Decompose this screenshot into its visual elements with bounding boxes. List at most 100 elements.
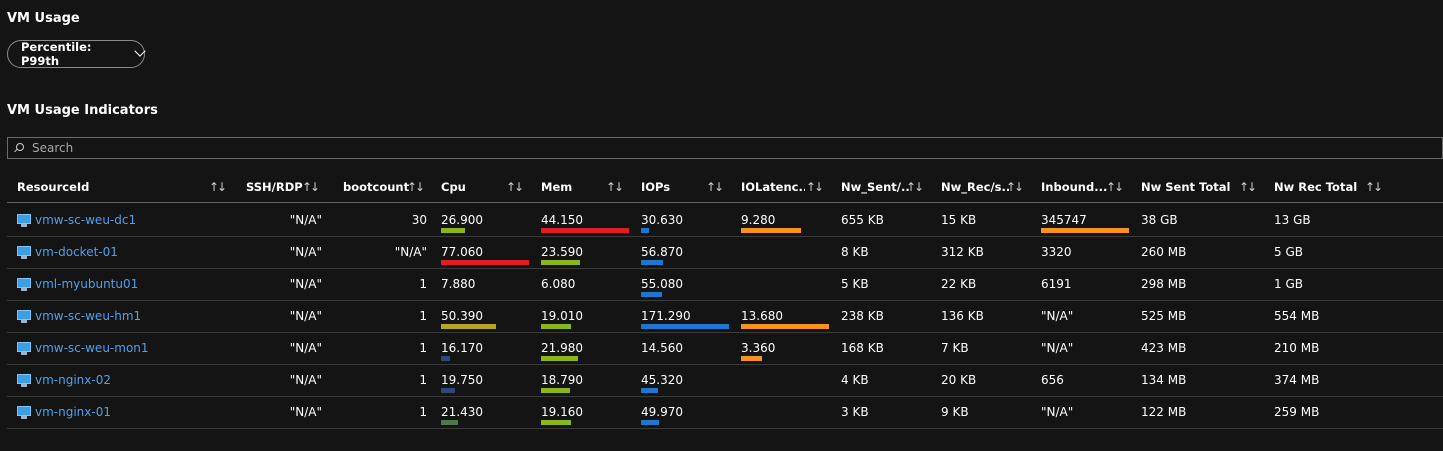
cell-nwsenttotal: 298 MB (1141, 277, 1187, 291)
table-row: vmw-sc-weu-dc1 "N/A" 30 26.900 44.150 30.630 9… (0, 205, 1443, 237)
bar-iolat (741, 324, 829, 329)
cell-cpu: 7.880 (441, 277, 476, 291)
resource-link[interactable]: vml-myubuntu01 (17, 269, 138, 300)
cell-nwsent: 5 KB (841, 277, 869, 291)
cell-nwrec: 22 KB (941, 277, 977, 291)
search-input[interactable] (30, 140, 1234, 156)
bar-mem (541, 356, 578, 361)
resource-name[interactable]: vm-nginx-01 (35, 397, 111, 428)
column-header-cpu[interactable]: Cpu (441, 172, 501, 202)
table-header: ResourceId ↑↓ SSH/RDP ↑↓ bootcount ↑↓ Cpu ↑↓ Mem… (0, 172, 1443, 202)
cell-boot: 1 (419, 341, 427, 355)
resource-name[interactable]: vm-nginx-02 (35, 365, 111, 396)
resource-link[interactable]: vm-docket-01 (17, 237, 118, 268)
cell-nwsenttotal: 525 MB (1141, 309, 1187, 323)
sort-icon[interactable]: ↑↓ (706, 172, 724, 202)
section-title: VM Usage Indicators (7, 103, 158, 118)
bar-mem (541, 420, 571, 425)
resource-name[interactable]: vml-myubuntu01 (35, 269, 138, 300)
cell-iops: 14.560 (641, 341, 683, 355)
bar-iops (641, 292, 662, 297)
header-divider (7, 202, 1443, 203)
virtual-machine-icon (17, 309, 31, 324)
cell-ssh: "N/A" (289, 213, 322, 227)
column-header-inbound[interactable]: Inbound... (1041, 172, 1107, 202)
resource-name[interactable]: vmw-sc-weu-dc1 (35, 205, 136, 236)
cell-ssh: "N/A" (289, 341, 322, 355)
bar-cpu (441, 228, 465, 233)
cell-nwrectotal: 259 MB (1274, 405, 1320, 419)
cell-nwrec: 20 KB (941, 373, 977, 387)
virtual-machine-icon (17, 213, 31, 228)
cell-nwsent: 8 KB (841, 245, 869, 259)
cell-boot: 1 (419, 373, 427, 387)
sort-icon[interactable]: ↑↓ (1365, 172, 1383, 202)
cell-boot: "N/A" (394, 245, 427, 259)
sort-icon[interactable]: ↑↓ (806, 172, 824, 202)
sort-icon[interactable]: ↑↓ (1006, 172, 1024, 202)
cell-ssh: "N/A" (289, 245, 322, 259)
resource-link[interactable]: vm-nginx-02 (17, 365, 111, 396)
cell-nwrectotal: 374 MB (1274, 373, 1320, 387)
column-header-iolat[interactable]: IOLatenc... (741, 172, 805, 202)
cell-nwrec: 136 KB (941, 309, 984, 323)
bar-cpu (441, 388, 455, 393)
column-header-resource[interactable]: ResourceId (17, 172, 197, 202)
resource-link[interactable]: vmw-sc-weu-hm1 (17, 301, 141, 332)
cell-nwsent: 168 KB (841, 341, 884, 355)
cell-inbound: "N/A" (1041, 309, 1074, 323)
bar-iolat (741, 356, 762, 361)
cell-nwsent: 238 KB (841, 309, 884, 323)
row-divider (7, 428, 1443, 429)
virtual-machine-icon (17, 373, 31, 388)
sort-icon[interactable]: ↑↓ (1239, 172, 1257, 202)
cell-nwsent: 3 KB (841, 405, 869, 419)
sort-icon[interactable]: ↑↓ (1106, 172, 1124, 202)
column-header-nwsent[interactable]: Nw_Sent/... (841, 172, 909, 202)
cell-inbound: 656 (1041, 373, 1064, 387)
sort-icon[interactable]: ↑↓ (209, 172, 227, 202)
resource-name[interactable]: vmw-sc-weu-mon1 (35, 333, 149, 364)
column-header-iops[interactable]: IOPs (641, 172, 701, 202)
column-header-nwsenttotal[interactable]: Nw Sent Total (1141, 172, 1241, 202)
sort-icon[interactable]: ↑↓ (407, 172, 425, 202)
bar-mem (541, 228, 629, 233)
sort-icon[interactable]: ↑↓ (506, 172, 524, 202)
cell-nwrectotal: 13 GB (1274, 213, 1311, 227)
column-header-nwrectotal[interactable]: Nw Rec Total (1274, 172, 1364, 202)
sort-icon[interactable]: ↑↓ (606, 172, 624, 202)
cell-nwsenttotal: 423 MB (1141, 341, 1187, 355)
cell-ssh: "N/A" (289, 373, 322, 387)
cell-mem: 6.080 (541, 277, 576, 291)
bar-mem (541, 260, 580, 265)
sort-icon[interactable]: ↑↓ (302, 172, 320, 202)
cell-boot: 30 (411, 213, 427, 227)
cell-nwsenttotal: 122 MB (1141, 405, 1187, 419)
table-row: vm-nginx-01 "N/A" 1 21.430 19.160 49.970 3 KB 9… (0, 397, 1443, 429)
chevron-down-icon (134, 45, 146, 57)
resource-name[interactable]: vm-docket-01 (35, 237, 118, 268)
percentile-dropdown[interactable]: Percentile: P99th (7, 40, 146, 68)
cell-nwsenttotal: 134 MB (1141, 373, 1187, 387)
cell-boot: 1 (419, 277, 427, 291)
cell-inbound: "N/A" (1041, 405, 1074, 419)
cell-nwsenttotal: 38 GB (1141, 213, 1178, 227)
sort-icon[interactable]: ↑↓ (906, 172, 924, 202)
resource-link[interactable]: vmw-sc-weu-dc1 (17, 205, 136, 236)
cell-ssh: "N/A" (289, 309, 322, 323)
column-header-nwrec[interactable]: Nw_Rec/s... (941, 172, 1009, 202)
column-header-mem[interactable]: Mem (541, 172, 601, 202)
resource-link[interactable]: vm-nginx-01 (17, 397, 111, 428)
bar-iops (641, 324, 729, 329)
cell-nwrectotal: 5 GB (1274, 245, 1303, 259)
resource-link[interactable]: vmw-sc-weu-mon1 (17, 333, 149, 364)
virtual-machine-icon (17, 341, 31, 356)
bar-cpu (441, 260, 529, 265)
column-header-boot[interactable]: bootcount (343, 172, 413, 202)
column-header-ssh[interactable]: SSH/RDP (246, 172, 306, 202)
resource-name[interactable]: vmw-sc-weu-hm1 (35, 301, 141, 332)
page-title: VM Usage (7, 11, 80, 26)
cell-ssh: "N/A" (289, 277, 322, 291)
search-box[interactable] (7, 137, 1443, 159)
cell-boot: 1 (419, 405, 427, 419)
